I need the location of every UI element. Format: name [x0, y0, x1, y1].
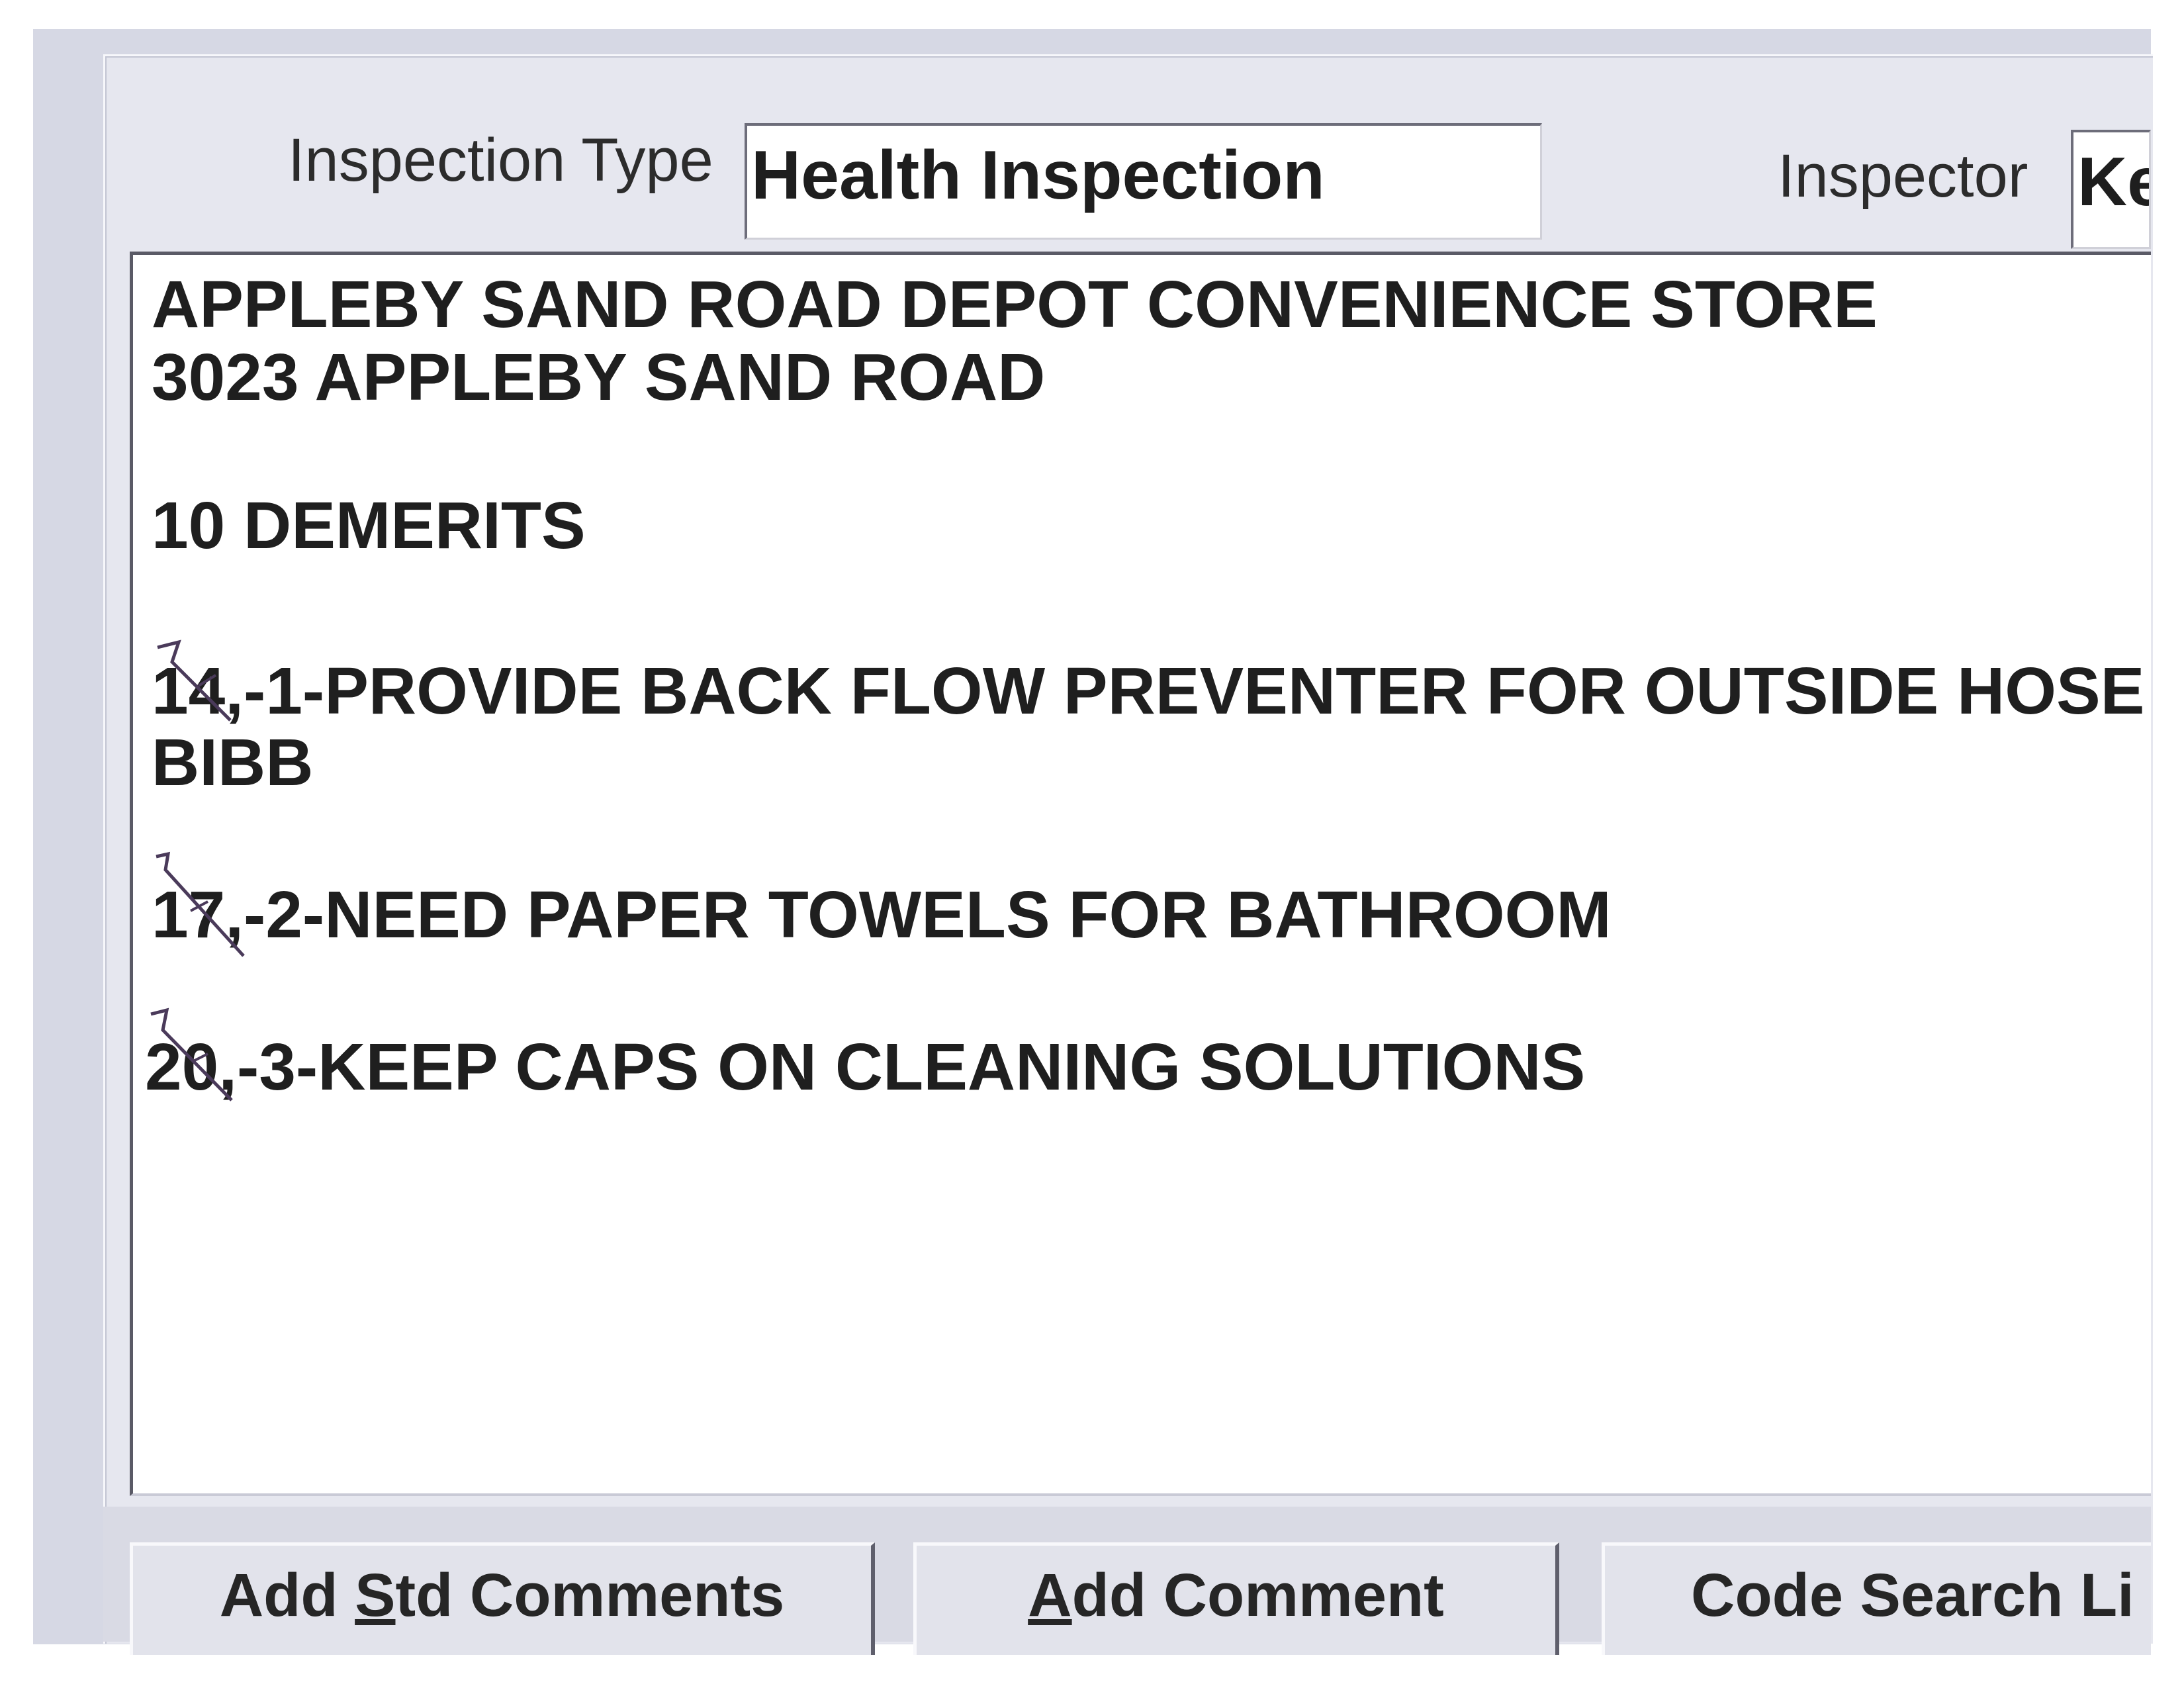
- add-std-comments-label-prefix: Add: [219, 1562, 355, 1629]
- code-search-button[interactable]: Code Search Li: [1602, 1542, 2151, 1655]
- pen-strike-mark-icon: [150, 1008, 233, 1102]
- add-std-comments-label-suffix: td Comments: [395, 1562, 785, 1629]
- add-std-comments-mnemonic: S: [355, 1562, 396, 1629]
- comment-line-establishment: APPLEBY SAND ROAD DEPOT CONVENIENCE STOR…: [152, 267, 1878, 342]
- inspector-label: Inspector: [1778, 142, 2028, 210]
- comment-line-violation-17: 17,-2-NEED PAPER TOWELS FOR BATHROOM: [152, 878, 1612, 952]
- add-std-comments-button[interactable]: Add Std Comments: [130, 1542, 875, 1655]
- comment-line-violation-14: 14,-1-PROVIDE BACK FLOW PREVENTER FOR OU…: [152, 654, 2145, 728]
- add-comment-label-suffix: dd Comment: [1071, 1562, 1444, 1629]
- pen-strike-mark-icon: [156, 851, 245, 957]
- inspection-type-label: Inspection Type: [288, 126, 713, 194]
- add-comment-mnemonic: A: [1028, 1562, 1072, 1629]
- comments-text-area[interactable]: APPLEBY SAND ROAD DEPOT CONVENIENCE STOR…: [130, 252, 2151, 1496]
- comment-line-demerits: 10 DEMERITS: [152, 489, 586, 563]
- comment-line-violation-20: 20,-3-KEEP CAPS ON CLEANING SOLUTIONS: [145, 1030, 1586, 1104]
- comment-line-address: 3023 APPLEBY SAND ROAD: [152, 340, 1046, 414]
- inspector-field[interactable]: Ke: [2071, 130, 2151, 249]
- comment-line-violation-14-cont: BIBB: [152, 726, 314, 800]
- pen-strike-mark-icon: [157, 639, 232, 722]
- inspection-type-field[interactable]: Health Inspection: [745, 123, 1542, 240]
- code-search-label: Code Search Li: [1691, 1562, 2134, 1629]
- add-comment-button[interactable]: Add Comment: [913, 1542, 1559, 1655]
